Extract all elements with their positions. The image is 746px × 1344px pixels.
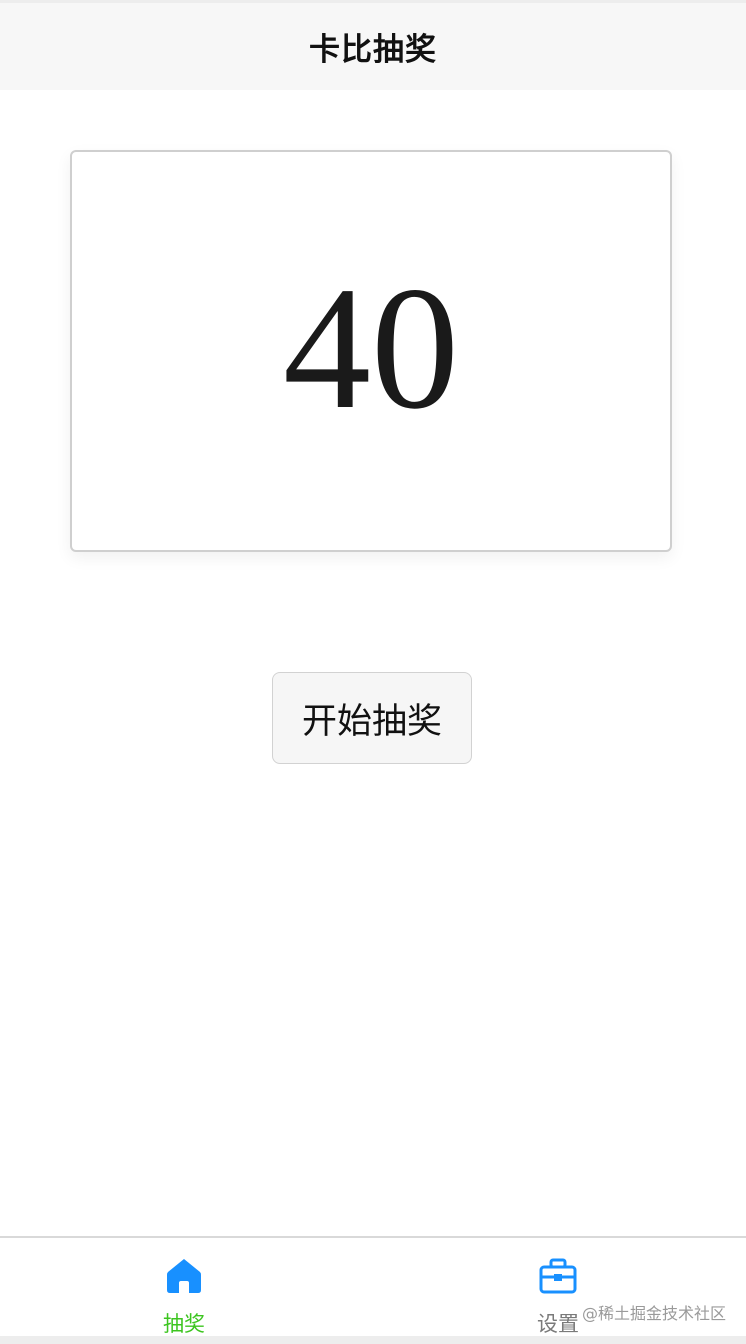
toolbox-icon [539,1258,577,1294]
app-root: 卡比抽奖 40 开始抽奖 抽奖 设置 @稀土掘金技术社区 [0,0,746,1344]
drawn-number: 40 [283,251,459,446]
tab-lottery[interactable]: 抽奖 [84,1238,284,1336]
tab-settings-label: 设置 [537,1312,579,1336]
navigation-bar: 卡比抽奖 [0,0,746,90]
bottom-safe-area [0,1336,746,1344]
watermark-text: @稀土掘金技术社区 [582,1304,727,1323]
page-title: 卡比抽奖 [309,32,437,68]
home-icon [167,1259,201,1293]
number-display-card: 40 [70,150,672,552]
start-lottery-button[interactable]: 开始抽奖 [272,672,472,764]
tab-lottery-label: 抽奖 [163,1312,205,1336]
